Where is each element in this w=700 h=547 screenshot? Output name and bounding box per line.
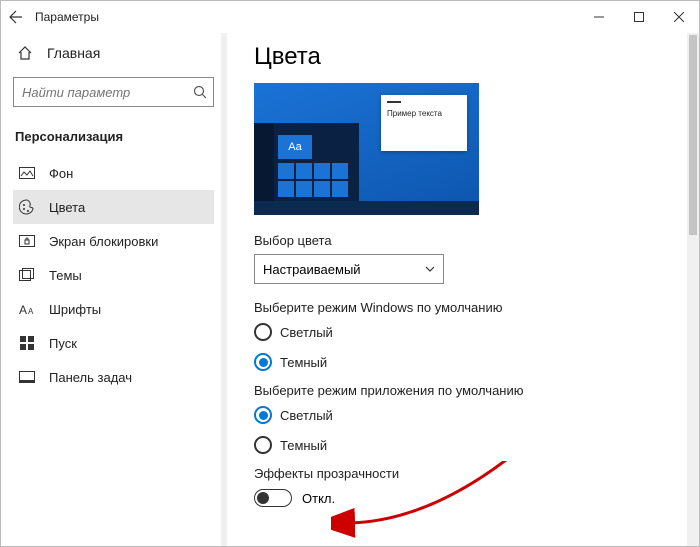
- sidebar-item-label: Цвета: [49, 200, 85, 215]
- page-title: Цвета: [254, 43, 679, 71]
- radio-icon: [254, 436, 272, 454]
- window-controls: [579, 1, 699, 33]
- maximize-button[interactable]: [619, 1, 659, 33]
- themes-icon: [19, 267, 35, 283]
- color-choice-value: Настраиваемый: [263, 262, 361, 277]
- search-input[interactable]: [22, 85, 185, 100]
- sidebar-item-label: Экран блокировки: [49, 234, 158, 249]
- preview-sample-text: Пример текста: [387, 109, 461, 118]
- minimize-button[interactable]: [579, 1, 619, 33]
- preview-tile-aa: Aa: [278, 135, 312, 159]
- home-icon: [17, 45, 33, 61]
- main-panel: Цвета Aa Пример текста Выбор цвета Настр…: [226, 33, 699, 546]
- transparency-label: Эффекты прозрачности: [254, 466, 679, 481]
- close-button[interactable]: [659, 1, 699, 33]
- svg-text:A: A: [19, 303, 27, 316]
- sidebar-item-label: Пуск: [49, 336, 77, 351]
- main-scrollbar[interactable]: [687, 33, 699, 546]
- chevron-down-icon: [425, 266, 435, 272]
- sidebar-item-label: Фон: [49, 166, 73, 181]
- app-mode-label: Выберите режим приложения по умолчанию: [254, 383, 679, 398]
- picture-icon: [19, 165, 35, 181]
- sidebar-item-label: Темы: [49, 268, 82, 283]
- taskbar-icon: [19, 369, 35, 385]
- sidebar-item-label: Панель задач: [49, 370, 132, 385]
- sidebar-item-label: Шрифты: [49, 302, 101, 317]
- search-icon: [193, 85, 207, 99]
- palette-icon: [19, 199, 35, 215]
- start-icon: [19, 335, 35, 351]
- sidebar-item-fonts[interactable]: AA Шрифты: [13, 292, 214, 326]
- svg-text:A: A: [28, 307, 34, 316]
- lockscreen-icon: [19, 233, 35, 249]
- fonts-icon: AA: [19, 301, 35, 317]
- search-box[interactable]: [13, 77, 214, 107]
- sidebar-item-taskbar[interactable]: Панель задач: [13, 360, 214, 394]
- sidebar-item-lockscreen[interactable]: Экран блокировки: [13, 224, 214, 258]
- color-choice-select[interactable]: Настраиваемый: [254, 254, 444, 284]
- home-label: Главная: [47, 45, 100, 61]
- section-header: Персонализация: [13, 125, 214, 148]
- radio-windows-dark[interactable]: Темный: [254, 353, 679, 371]
- titlebar: Параметры: [1, 1, 699, 33]
- radio-icon: [254, 323, 272, 341]
- radio-app-light[interactable]: Светлый: [254, 406, 679, 424]
- home-button[interactable]: Главная: [13, 39, 214, 67]
- radio-app-dark[interactable]: Темный: [254, 436, 679, 454]
- color-choice-label: Выбор цвета: [254, 233, 679, 248]
- radio-icon: [254, 406, 272, 424]
- back-icon[interactable]: [9, 10, 23, 24]
- radio-windows-light[interactable]: Светлый: [254, 323, 679, 341]
- sidebar-item-colors[interactable]: Цвета: [13, 190, 214, 224]
- transparency-toggle[interactable]: [254, 489, 292, 507]
- window-title: Параметры: [35, 10, 99, 24]
- radio-label: Темный: [280, 438, 327, 453]
- color-preview: Aa Пример текста: [254, 83, 479, 215]
- sidebar-item-themes[interactable]: Темы: [13, 258, 214, 292]
- transparency-state: Откл.: [302, 491, 335, 506]
- sidebar: Главная Персонализация Фон Цвета Экран б…: [1, 33, 226, 546]
- sidebar-item-background[interactable]: Фон: [13, 156, 214, 190]
- sidebar-item-start[interactable]: Пуск: [13, 326, 214, 360]
- radio-label: Светлый: [280, 408, 333, 423]
- radio-icon: [254, 353, 272, 371]
- windows-mode-label: Выберите режим Windows по умолчанию: [254, 300, 679, 315]
- radio-label: Светлый: [280, 325, 333, 340]
- radio-label: Темный: [280, 355, 327, 370]
